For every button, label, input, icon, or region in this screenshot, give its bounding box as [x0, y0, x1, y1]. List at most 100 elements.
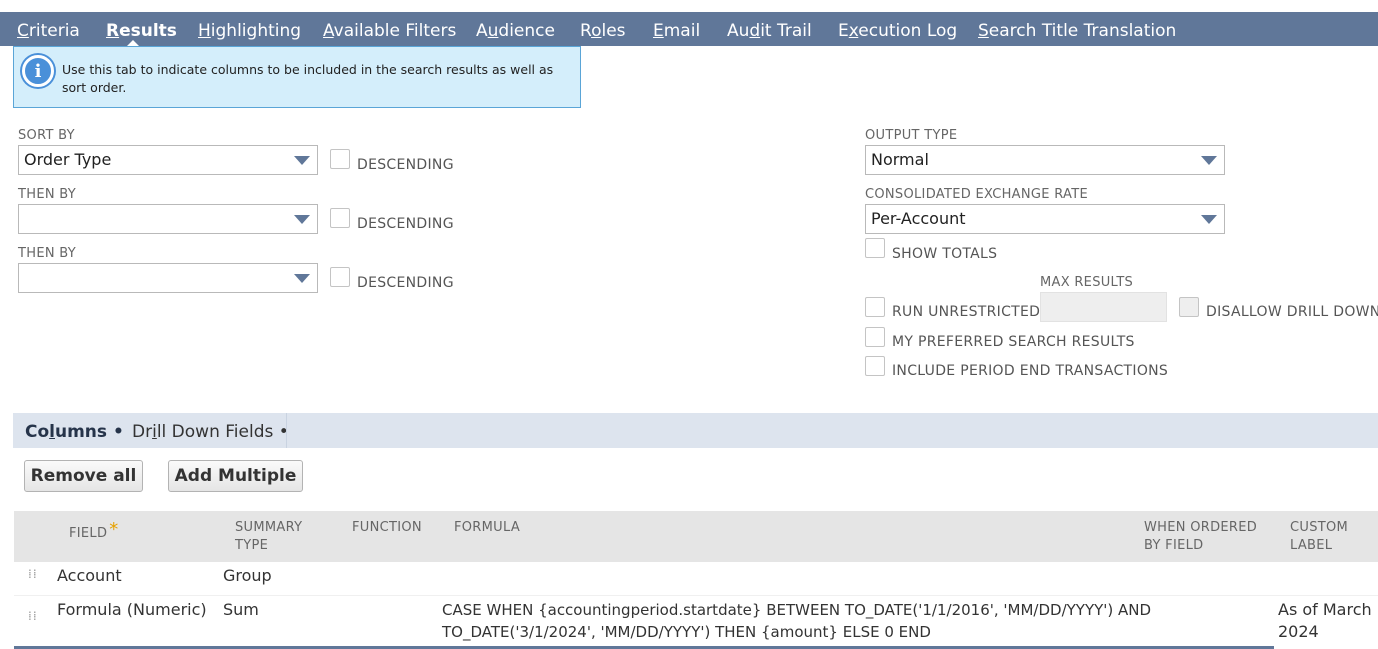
- tab-audit-trail[interactable]: Audit Trail: [727, 12, 812, 46]
- tab-label: ecution Log: [858, 21, 958, 41]
- subtab-label: Dr: [132, 422, 153, 442]
- tab-label: earch Title Translation: [988, 21, 1177, 41]
- header-when-ordered: WHEN ORDERED BY FIELD: [1144, 519, 1257, 555]
- subtab-label: ll Down Fields •: [156, 422, 289, 442]
- custom-label-line1: As of March: [1278, 600, 1372, 619]
- tab-email[interactable]: Email: [653, 12, 700, 46]
- table-row[interactable]: ⁞⁞ Formula (Numeric) Sum CASE WHEN {acco…: [14, 596, 1378, 648]
- cell-field: Account: [57, 566, 122, 585]
- remove-all-button[interactable]: Remove all: [24, 460, 143, 492]
- header-field-label: FIELD: [69, 526, 108, 541]
- header-formula: FORMULA: [454, 520, 521, 535]
- header-custom-label-line1: CUSTOM: [1290, 520, 1349, 535]
- tab-label-accesskey: R: [106, 21, 120, 41]
- table-row[interactable]: ⁞⁞ Account Group: [14, 562, 1378, 596]
- drag-handle-icon[interactable]: ⁞⁞: [28, 568, 37, 586]
- tab-label: R: [580, 21, 592, 41]
- disallow-drill-down-label: DISALLOW DRILL DOWN: [1206, 304, 1378, 320]
- cell-summary-type: Group: [223, 566, 272, 585]
- sort-by-descending-checkbox[interactable]: [330, 149, 350, 169]
- dropdown-arrow-icon: [1201, 215, 1217, 224]
- preferred-results-checkbox[interactable]: [865, 327, 885, 347]
- then-by-descending-checkbox-1[interactable]: [330, 208, 350, 228]
- dropdown-arrow-icon: [294, 215, 310, 224]
- info-text: Use this tab to indicate columns to be i…: [62, 62, 554, 95]
- tab-label: les: [601, 21, 626, 41]
- tab-label-accesskey: H: [198, 21, 211, 41]
- tab-label: mail: [663, 21, 701, 41]
- dropdown-arrow-icon: [1201, 156, 1217, 165]
- subtab-label: Co: [25, 422, 50, 442]
- header-function: FUNCTION: [352, 520, 422, 535]
- header-when-ordered-line1: WHEN ORDERED: [1144, 520, 1258, 535]
- period-end-label: INCLUDE PERIOD END TRANSACTIONS: [892, 363, 1169, 379]
- tab-roles[interactable]: Roles: [580, 12, 626, 46]
- then-by-select-2[interactable]: [18, 263, 318, 293]
- tab-execution-log[interactable]: Execution Log: [838, 12, 957, 46]
- tab-available-filters[interactable]: Available Filters: [323, 12, 456, 46]
- period-end-checkbox[interactable]: [865, 356, 885, 376]
- show-totals-checkbox[interactable]: [865, 238, 885, 258]
- cell-field: Formula (Numeric): [57, 600, 207, 619]
- header-summary-type: SUMMARY TYPE: [235, 519, 302, 555]
- cell-summary-type: Sum: [223, 600, 259, 619]
- disallow-drill-down-checkbox[interactable]: [1179, 297, 1199, 317]
- tab-criteria[interactable]: Criteria: [17, 12, 80, 46]
- subtab-drill-down-fields[interactable]: Drill Down Fields •: [132, 413, 289, 448]
- info-message: i Use this tab to indicate columns to be…: [13, 46, 581, 108]
- tab-search-title-translation[interactable]: Search Title Translation: [978, 12, 1176, 46]
- tab-label-accesskey: S: [978, 21, 989, 41]
- then-by-label: THEN BY: [18, 187, 77, 202]
- output-type-select[interactable]: Normal: [865, 145, 1225, 175]
- output-type-value: Normal: [871, 150, 929, 169]
- formula-line1: CASE WHEN {accountingperiod.startdate} B…: [442, 601, 1152, 619]
- subtab-bar: Columns • Drill Down Fields •: [13, 413, 1378, 448]
- header-summary-type-line1: SUMMARY: [235, 520, 303, 535]
- header-field: FIELD *: [69, 521, 118, 543]
- subtab-label: umns •: [54, 422, 124, 442]
- then-by-select-1[interactable]: [18, 204, 318, 234]
- add-multiple-button[interactable]: Add Multiple: [168, 460, 303, 492]
- exchange-rate-label: CONSOLIDATED EXCHANGE RATE: [865, 187, 1088, 202]
- sort-by-select[interactable]: Order Type: [18, 145, 318, 175]
- run-unrestricted-label: RUN UNRESTRICTED: [892, 304, 1041, 320]
- dropdown-arrow-icon: [294, 274, 310, 283]
- header-custom-label-line2: LABEL: [1290, 538, 1333, 553]
- required-mark: *: [109, 519, 119, 540]
- tab-highlighting[interactable]: Highlighting: [198, 12, 301, 46]
- max-results-input[interactable]: [1040, 292, 1167, 322]
- exchange-rate-value: Per-Account: [871, 209, 966, 228]
- tab-label: ighlighting: [210, 21, 302, 41]
- tab-label: it Trail: [760, 21, 812, 41]
- tab-results[interactable]: Results: [106, 12, 177, 46]
- sort-by-value: Order Type: [24, 150, 112, 169]
- then-by-descending-checkbox-2[interactable]: [330, 267, 350, 287]
- sort-by-label: SORT BY: [18, 128, 75, 143]
- tab-label-accesskey: u: [487, 21, 499, 41]
- show-totals-label: SHOW TOTALS: [892, 246, 998, 262]
- tab-label-accesskey: x: [848, 21, 859, 41]
- preferred-results-label: MY PREFERRED SEARCH RESULTS: [892, 334, 1135, 350]
- exchange-rate-select[interactable]: Per-Account: [865, 204, 1225, 234]
- subtab-columns[interactable]: Columns •: [25, 413, 124, 448]
- header-when-ordered-line2: BY FIELD: [1144, 538, 1204, 553]
- tab-label-accesskey: o: [591, 21, 602, 41]
- tab-label: riteria: [28, 21, 80, 41]
- tab-label-accesskey: E: [653, 21, 664, 41]
- drag-handle-icon[interactable]: ⁞⁞: [28, 610, 37, 628]
- info-icon: i: [22, 55, 54, 87]
- cell-custom-label: As of March 2024: [1278, 599, 1372, 643]
- tab-label: A: [476, 21, 488, 41]
- run-unrestricted-checkbox[interactable]: [865, 297, 885, 317]
- tab-label: esults: [119, 21, 177, 41]
- header-summary-type-line2: TYPE: [235, 538, 269, 553]
- subtab-separator: [286, 413, 287, 448]
- tab-label: E: [838, 21, 849, 41]
- formula-line2: TO_DATE('3/1/2024', 'MM/DD/YYYY') THEN {…: [442, 623, 931, 641]
- tab-label: Au: [727, 21, 750, 41]
- then-by-label: THEN BY: [18, 246, 77, 261]
- cell-formula: CASE WHEN {accountingperiod.startdate} B…: [442, 599, 1151, 643]
- output-type-label: OUTPUT TYPE: [865, 128, 958, 143]
- tab-label-accesskey: d: [749, 21, 761, 41]
- tab-audience[interactable]: Audience: [476, 12, 555, 46]
